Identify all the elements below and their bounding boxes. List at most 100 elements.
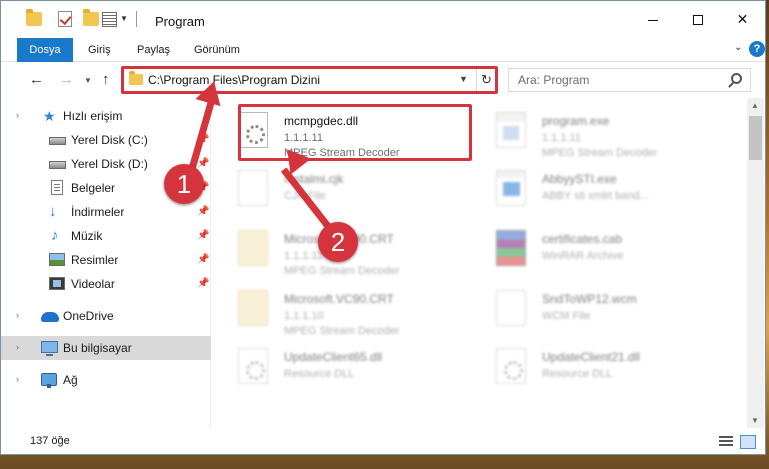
dll-gear-icon: [496, 348, 526, 384]
expand-ribbon-icon[interactable]: ⌄: [734, 42, 742, 53]
folder-file-icon: [238, 290, 268, 326]
search-placeholder: Ara: Program: [518, 73, 590, 87]
file-type: ABBY sti xmlrt band...: [542, 190, 649, 202]
file-item[interactable]: Instalmi.cjk CJK File: [218, 164, 458, 220]
chevron-right-icon[interactable]: ›: [16, 342, 19, 352]
up-button[interactable]: ↑: [102, 71, 110, 88]
file-description: MPEG Stream Decoder: [284, 325, 400, 337]
file-item[interactable]: UpdateClient21.dll Resource DLL: [476, 342, 716, 398]
chevron-right-icon[interactable]: ›: [16, 310, 19, 320]
address-bar-highlight: [121, 66, 498, 94]
sidebar-item-videos[interactable]: Videolar 📌: [1, 272, 211, 296]
sidebar-item-quick-access[interactable]: › ★ Hızlı erişim: [1, 104, 211, 128]
file-version: 1.1.1.10: [284, 310, 324, 322]
sidebar-item-label: Ağ: [63, 373, 78, 387]
chevron-down-icon[interactable]: ›: [16, 110, 19, 120]
sidebar-item-label: Bu bilgisayar: [63, 341, 132, 355]
file-type: Resource DLL: [284, 368, 355, 380]
tab-home[interactable]: Giriş: [88, 38, 111, 62]
tab-view[interactable]: Görünüm: [194, 38, 240, 62]
window-title: Program: [155, 14, 205, 29]
videos-icon: [49, 277, 65, 290]
status-bar: 137 öğe: [1, 429, 765, 454]
documents-icon: [51, 180, 63, 195]
search-box[interactable]: Ara: Program: [508, 68, 751, 92]
file-item[interactable]: program.exe 1.1.1.11 MPEG Stream Decoder: [476, 106, 716, 162]
sidebar-item-network[interactable]: › Ağ: [1, 368, 211, 392]
file-name: UpdateClient21.dll: [542, 350, 641, 364]
pictures-icon: [49, 253, 65, 266]
pin-icon[interactable]: 📌: [197, 158, 209, 169]
file-description: MPEG Stream Decoder: [284, 265, 400, 277]
file-item[interactable]: SndToWP12.wcm WCM File: [476, 284, 716, 340]
folder-icon: [26, 9, 42, 26]
recent-locations-icon[interactable]: ▼: [84, 76, 92, 85]
file-highlight: [238, 104, 472, 161]
sidebar-item-label: Hızlı erişim: [63, 109, 123, 123]
back-button[interactable]: ←: [29, 71, 44, 88]
pin-icon[interactable]: 📌: [197, 254, 209, 265]
generic-file-icon: [238, 170, 268, 206]
downloads-icon: ↓: [49, 203, 57, 220]
sidebar-item-pictures[interactable]: Resimler 📌: [1, 248, 211, 272]
new-folder-icon[interactable]: [83, 9, 99, 26]
scroll-thumb[interactable]: [749, 116, 762, 160]
tiles-view-icon[interactable]: [740, 435, 756, 449]
sidebar-item-music[interactable]: ♪ Müzik 📌: [1, 224, 211, 248]
sidebar-item-drive-c[interactable]: Yerel Disk (C:) 📌: [1, 128, 211, 152]
scroll-up-icon[interactable]: ▲: [751, 101, 759, 110]
search-icon[interactable]: [731, 73, 742, 84]
dll-gear-icon: [238, 348, 268, 384]
pin-icon[interactable]: 📌: [197, 230, 209, 241]
music-icon: ♪: [51, 227, 59, 244]
sidebar-item-label: Belgeler: [71, 181, 116, 195]
close-button[interactable]: ✕: [720, 1, 765, 37]
sidebar-item-label: Yerel Disk (C:): [71, 133, 148, 147]
properties-check-icon[interactable]: [58, 11, 72, 27]
file-name: Microsoft.VC90.CRT: [284, 292, 394, 306]
help-icon[interactable]: ?: [749, 41, 765, 57]
quick-access-star-icon: ★: [43, 108, 56, 124]
file-type: Resource DLL: [542, 368, 613, 380]
file-type: WinRAR Archive: [542, 250, 624, 262]
file-item[interactable]: AbbyySTI.exe ABBY sti xmlrt band...: [476, 164, 716, 220]
onedrive-cloud-icon: [41, 312, 59, 322]
sidebar-item-onedrive[interactable]: › OneDrive: [1, 304, 211, 328]
file-item[interactable]: UpdateClient65.dll Resource DLL: [218, 342, 458, 398]
item-count: 137 öğe: [30, 435, 70, 447]
generic-file-icon: [496, 290, 526, 326]
title-separator: [136, 11, 137, 27]
file-item[interactable]: Microsoft.VC90.CRT 1.1.1.10 MPEG Stream …: [218, 284, 458, 340]
navigation-pane: › ★ Hızlı erişim Yerel Disk (C:) 📌 Yerel…: [1, 98, 211, 428]
tab-share[interactable]: Paylaş: [137, 38, 170, 62]
details-view-icon[interactable]: [719, 436, 733, 448]
chevron-right-icon[interactable]: ›: [16, 374, 19, 384]
file-version: 1.1.1.11: [542, 132, 581, 144]
maximize-button[interactable]: [675, 1, 720, 37]
scroll-down-icon[interactable]: ▼: [751, 416, 759, 425]
maximize-icon: [692, 15, 703, 26]
minimize-button[interactable]: [630, 1, 675, 37]
pin-icon[interactable]: 📌: [197, 278, 209, 289]
customize-toolbar-icon[interactable]: [102, 12, 117, 27]
quick-access-dropdown-icon[interactable]: ▼: [120, 14, 128, 23]
drive-icon: [49, 137, 66, 145]
pin-icon[interactable]: 📌: [197, 206, 209, 217]
this-pc-icon: [41, 341, 58, 356]
sidebar-item-label: Müzik: [71, 229, 103, 243]
sidebar-item-label: Videolar: [71, 277, 115, 291]
annotation-marker-1: 1: [164, 164, 204, 204]
network-icon: [41, 373, 57, 388]
exe-icon: [496, 112, 526, 148]
file-description: MPEG Stream Decoder: [542, 147, 658, 159]
folder-file-icon: [238, 230, 268, 266]
forward-button[interactable]: →: [59, 71, 74, 88]
file-item[interactable]: certificates.cab WinRAR Archive: [476, 224, 716, 280]
file-name: UpdateClient65.dll: [284, 350, 383, 364]
tab-file[interactable]: Dosya: [17, 38, 73, 62]
sidebar-item-this-pc[interactable]: › Bu bilgisayar: [1, 336, 211, 360]
vertical-scrollbar[interactable]: ▲ ▼: [747, 98, 764, 428]
sidebar-item-label: OneDrive: [63, 309, 114, 323]
winrar-archive-icon: [496, 230, 526, 266]
file-version: 1.1.1.11: [284, 250, 323, 262]
